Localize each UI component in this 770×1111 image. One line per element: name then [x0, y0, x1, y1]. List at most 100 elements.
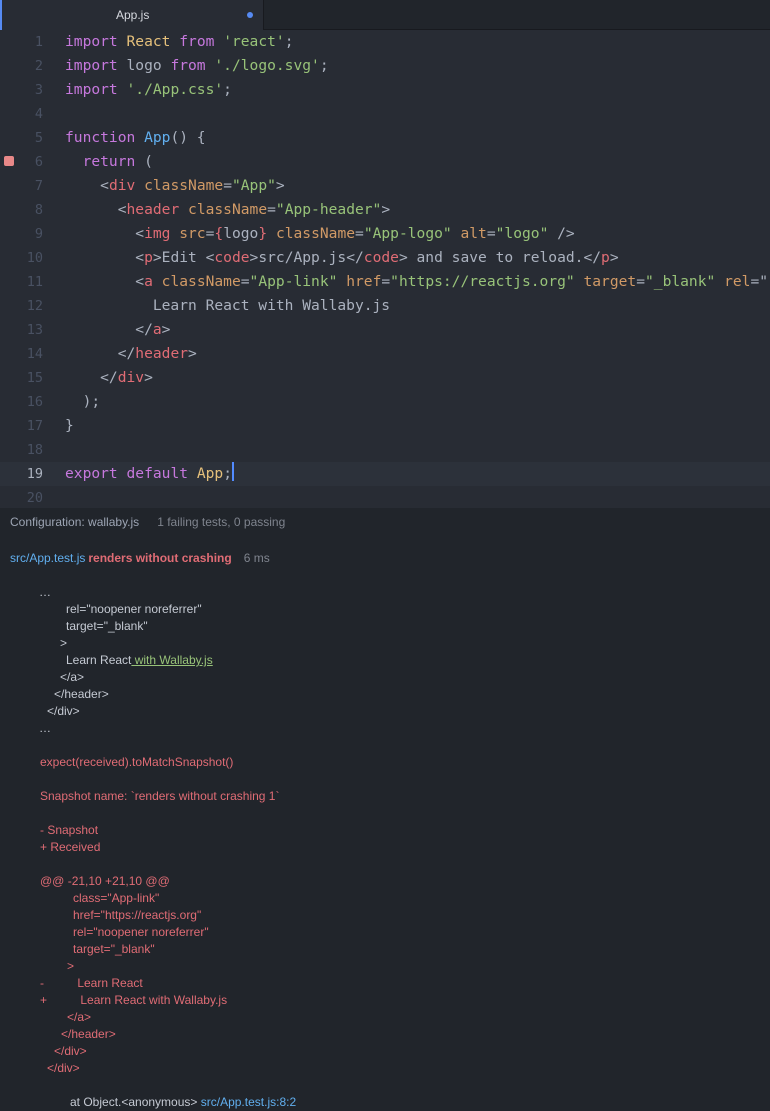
code-token: }	[258, 225, 268, 242]
output-text: - Snapshot	[40, 823, 99, 837]
line-number: 6	[34, 154, 43, 170]
test-name: renders without crashing	[88, 551, 232, 565]
code-token: default	[126, 465, 189, 482]
code-line[interactable]: 3 import './App.css';	[0, 78, 770, 102]
code-line[interactable]: 8 <header className="App-header">	[0, 198, 770, 222]
code-line[interactable]: 6 return (	[0, 150, 770, 174]
line-number: 18	[26, 442, 43, 458]
diff-inserted-text: with Wallaby.js	[131, 653, 213, 667]
code-token: export	[65, 465, 118, 482]
code-editor[interactable]: 1 import React from 'react'; 2 import logo …	[0, 30, 770, 508]
output-line: …	[39, 584, 51, 601]
code-token: "https://reactjs.org"	[390, 273, 575, 290]
code-token: >src/App.js</	[249, 249, 364, 266]
output-line: rel="noopener noreferrer"	[73, 924, 209, 941]
code-line[interactable]: 17}	[0, 414, 770, 438]
output-line: </div>	[47, 1060, 80, 1077]
output-text: </a>	[67, 1010, 92, 1024]
code-token: > and save to reload.</	[398, 249, 602, 266]
code-token: =	[381, 273, 391, 290]
line-number: 14	[26, 346, 43, 362]
output-text: href="https://reactjs.org"	[73, 908, 202, 922]
output-line: target="_blank"	[66, 618, 148, 635]
code-token: header	[126, 201, 180, 218]
code-token: div	[117, 369, 145, 386]
output-text: + Learn React with Wallaby.js	[40, 993, 228, 1007]
code-token: >	[609, 249, 619, 266]
code-text: </header>	[65, 342, 197, 366]
line-number: 20	[26, 490, 43, 506]
test-file-link[interactable]: src/App.test.js	[10, 551, 85, 565]
output-line: </div>	[54, 1043, 87, 1060]
code-token: <	[100, 177, 109, 194]
wallaby-output-panel: Configuration: wallaby.js 1 failing tests…	[0, 508, 770, 1109]
code-token: Learn React with Wallaby.js	[65, 297, 391, 314]
code-text: </div>	[65, 366, 153, 390]
output-line: target="_blank"	[73, 941, 155, 958]
code-line[interactable]: 18	[0, 438, 770, 462]
code-token: className	[161, 273, 241, 290]
output-line: - Snapshot	[40, 822, 98, 839]
line-number: 17	[26, 418, 43, 434]
code-token: ;	[223, 465, 232, 482]
output-line: @@ -21,10 +21,10 @@	[40, 873, 170, 890]
code-line[interactable]: 19 export default App;	[0, 462, 770, 486]
modified-indicator-icon[interactable]	[247, 12, 253, 18]
code-line[interactable]: 13 </a>	[0, 318, 770, 342]
code-line[interactable]: 16 );	[0, 390, 770, 414]
code-token: './App.css'	[126, 81, 224, 98]
code-token: }	[65, 417, 74, 434]
code-token: import	[65, 81, 118, 98]
code-line[interactable]: 4	[0, 102, 770, 126]
output-text: + Received	[40, 840, 101, 854]
code-line[interactable]: 11 <a className="App-link" href="https:/…	[0, 270, 770, 294]
code-token: React	[126, 33, 171, 50]
output-text: @@ -21,10 +21,10 @@	[40, 874, 170, 888]
output-line: </a>	[67, 1009, 91, 1026]
code-token: {	[214, 225, 224, 242]
code-token: );	[65, 393, 101, 410]
output-text: rel="noopener noreferrer"	[66, 602, 202, 616]
code-token: =	[223, 177, 232, 194]
output-text: </header>	[61, 1027, 116, 1041]
code-text: function App() {	[65, 126, 206, 150]
code-line[interactable]: 20	[0, 486, 770, 508]
code-text: return (	[65, 150, 153, 174]
code-line[interactable]: 2 import logo from './logo.svg';	[0, 54, 770, 78]
code-token: function	[65, 129, 136, 146]
code-line[interactable]: 15 </div>	[0, 366, 770, 390]
output-text: </div>	[47, 1061, 80, 1075]
code-token: "logo"	[495, 225, 549, 242]
code-text: import React from 'react';	[65, 30, 294, 54]
output-line: rel="noopener noreferrer"	[66, 601, 202, 618]
code-token: =	[267, 201, 276, 218]
code-line[interactable]: 10 <p>Edit <code>src/App.js</code> and s…	[0, 246, 770, 270]
output-line: expect(received).toMatchSnapshot()	[40, 754, 233, 771]
code-token: ;	[223, 81, 232, 98]
code-token: code	[363, 249, 399, 266]
code-text: import './App.css';	[65, 78, 232, 102]
code-token: (	[135, 153, 153, 170]
code-line[interactable]: 7 <div className="App">	[0, 174, 770, 198]
code-token: logo	[223, 225, 259, 242]
output-text: </a>	[60, 670, 85, 684]
code-token: a	[152, 321, 162, 338]
tab-app-js[interactable]: App.js	[0, 0, 264, 30]
code-line[interactable]: 12 Learn React with Wallaby.js	[0, 294, 770, 318]
line-number: 10	[26, 250, 43, 266]
code-token: =	[355, 225, 364, 242]
code-line[interactable]: 9 <img src={logo} className="App-logo" a…	[0, 222, 770, 246]
code-line[interactable]: 1 import React from 'react';	[0, 30, 770, 54]
code-line[interactable]: 14 </header>	[0, 342, 770, 366]
code-token: () {	[170, 129, 206, 146]
code-token: "App-header"	[275, 201, 382, 218]
line-number: 15	[26, 370, 43, 386]
code-line[interactable]: 5 function App() {	[0, 126, 770, 150]
